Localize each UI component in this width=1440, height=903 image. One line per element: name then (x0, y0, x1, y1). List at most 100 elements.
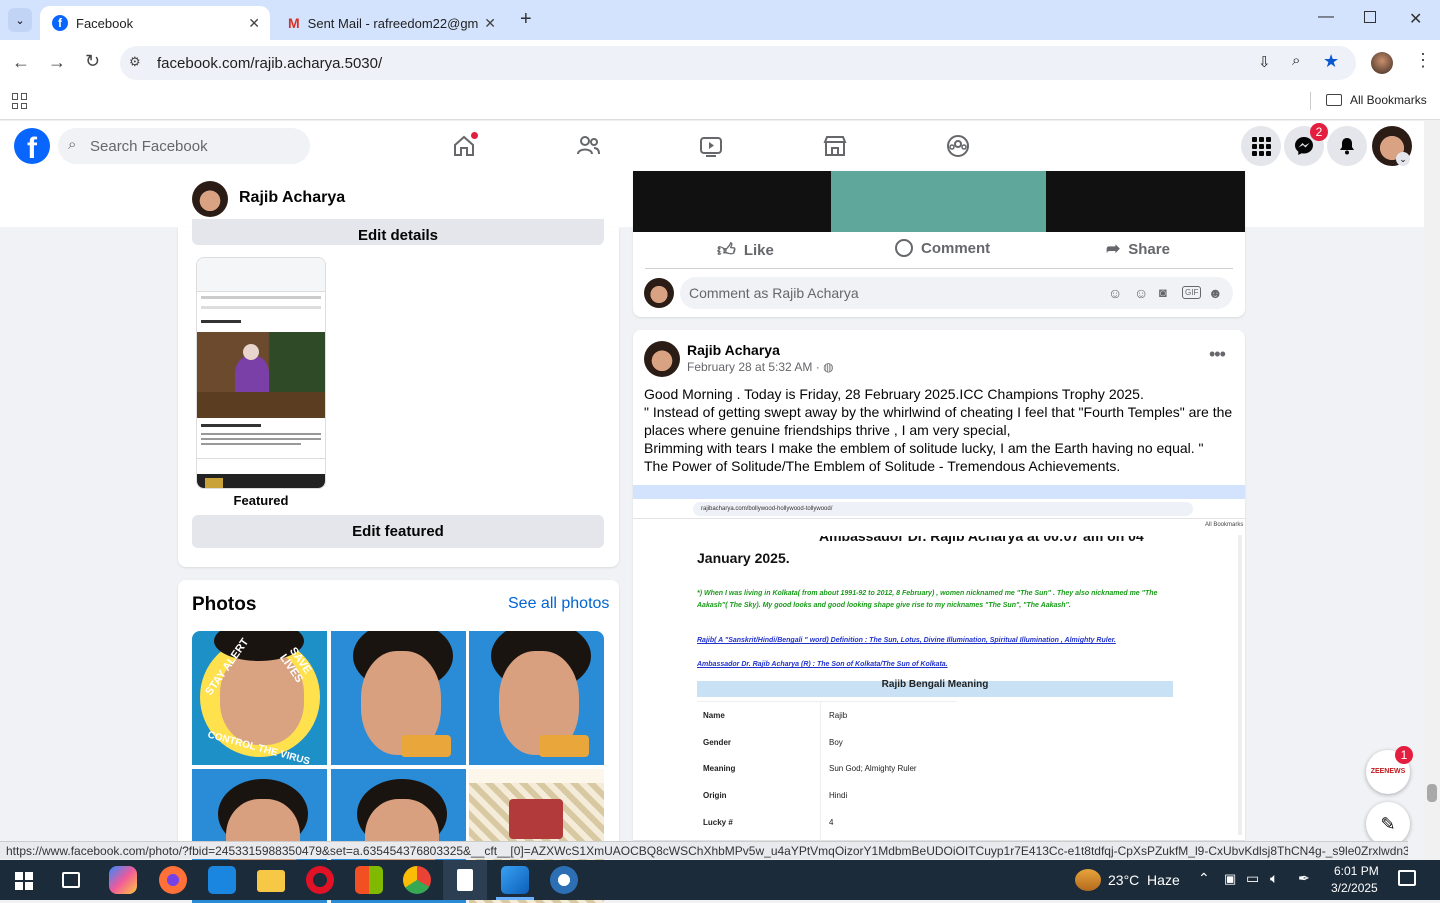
photos-app-icon[interactable] (501, 866, 529, 894)
chevron-down-icon[interactable]: ⌄ (1396, 152, 1410, 166)
network-icon[interactable]: ▭ (1246, 870, 1259, 887)
volume-icon[interactable]: 🔈︎ (1270, 870, 1278, 887)
like-button[interactable]: 👍︎ Like (717, 239, 774, 261)
post-author-avatar[interactable] (644, 341, 680, 377)
photo-thumbnail[interactable] (469, 631, 604, 765)
profile-name[interactable]: Rajib Acharya (239, 189, 345, 207)
folder-icon (1326, 94, 1342, 106)
page-scrollbar[interactable] (1424, 121, 1440, 860)
tab-search-button[interactable]: ⌄ (8, 8, 32, 32)
weather-text[interactable]: 23°C Haze (1108, 872, 1180, 888)
edit-featured-button[interactable]: Edit featured (192, 515, 604, 548)
post-card: Rajib Acharya February 28 at 5:32 AM · ◍… (633, 330, 1245, 840)
microsoft-store-icon[interactable] (355, 866, 383, 894)
post-image-bottom (633, 171, 1245, 232)
photo-thumbnail[interactable]: STAY ALERT SAVE LIVES CONTROL THE VIRUS (192, 631, 327, 765)
share-button[interactable]: ➦ Share (1106, 239, 1170, 259)
notepad-icon[interactable] (443, 860, 487, 900)
pen-icon[interactable]: ✒ (1298, 870, 1310, 887)
clock-time[interactable]: 6:01 PM (1334, 864, 1379, 878)
messenger-icon (1295, 137, 1313, 155)
notification-center-icon[interactable] (1398, 870, 1416, 886)
browser-toolbar: ← → ↻ ⚙ facebook.com/rajib.acharya.5030/… (0, 40, 1440, 86)
comment-icon (895, 239, 913, 257)
facebook-logo-icon[interactable]: f (14, 128, 50, 164)
close-tab-icon[interactable]: ✕ (484, 15, 496, 32)
photos-card: Photos See all photos STAY ALERT SAVE LI… (178, 580, 619, 903)
menu-icon[interactable]: ⋮ (1414, 50, 1432, 71)
featured-thumbnail[interactable] (196, 257, 326, 489)
apps-grid-icon[interactable] (12, 93, 28, 109)
new-tab-icon[interactable]: + (520, 8, 532, 31)
thumbs-up-icon: 👍︎ (717, 240, 736, 260)
browser-tab-bar: ⌄ f Facebook ✕ M Sent Mail - rafreedom22… (0, 0, 1440, 40)
back-icon[interactable]: ← (12, 52, 30, 73)
menu-grid-button[interactable] (1241, 126, 1281, 166)
minimize-icon[interactable]: — (1318, 8, 1334, 26)
bookmarks-bar: All Bookmarks (0, 86, 1440, 120)
file-explorer-icon[interactable] (257, 870, 285, 892)
photo-thumbnail[interactable] (331, 631, 466, 765)
comment-button[interactable]: Comment (895, 239, 990, 257)
featured-label: Featured (233, 493, 289, 508)
globe-icon: ◍ (823, 360, 834, 374)
gif-icon[interactable]: GIF (1182, 286, 1202, 299)
see-all-photos-link[interactable]: See all photos (508, 595, 609, 613)
tray-icon[interactable]: ▣ (1224, 871, 1236, 887)
gmail-favicon-icon: M (288, 15, 300, 31)
address-bar[interactable]: ⚙ facebook.com/rajib.acharya.5030/ ⇩ ⌕ ★ (120, 46, 1356, 80)
opera-icon[interactable] (306, 866, 334, 894)
windows-taskbar: 23°C Haze ⌃ ▣ ▭ 🔈︎ ✒ 6:01 PM 3/2/2025 (0, 860, 1440, 900)
post-date[interactable]: February 28 at 5:32 AM · ◍ (687, 360, 834, 374)
clock-date[interactable]: 3/2/2025 (1331, 881, 1378, 895)
tray-chevron-icon[interactable]: ⌃ (1198, 870, 1210, 887)
profile-avatar[interactable] (1371, 52, 1393, 74)
new-message-button[interactable]: ✎ (1366, 802, 1410, 846)
emoji-icon[interactable]: ☺ (1134, 277, 1148, 309)
bookmark-star-icon[interactable]: ★ (1323, 51, 1339, 72)
post-text: Good Morning . Today is Friday, 28 Febru… (644, 386, 1233, 474)
copilot-icon[interactable] (109, 866, 137, 894)
tab-title: Facebook (76, 15, 134, 31)
close-tab-icon[interactable]: ✕ (248, 15, 260, 32)
all-bookmarks[interactable]: All Bookmarks (1326, 93, 1427, 107)
profile-avatar-small[interactable] (192, 181, 228, 217)
site-info-icon[interactable]: ⚙ (129, 54, 141, 70)
install-icon[interactable]: ⇩ (1258, 53, 1271, 71)
zoom-icon[interactable]: ⌕ (1292, 52, 1300, 69)
chrome-icon[interactable] (403, 866, 431, 894)
sticker-icon[interactable]: ☻ (1208, 277, 1223, 309)
divider (645, 268, 1233, 269)
close-window-icon[interactable]: ✕ (1409, 9, 1422, 29)
post-image[interactable]: rajibacharya.com/bollywood-hollywood-tol… (633, 485, 1245, 840)
marketplace-icon[interactable] (822, 133, 848, 159)
task-view-icon[interactable] (62, 872, 80, 888)
forward-icon[interactable]: → (48, 52, 66, 73)
post-author[interactable]: Rajib Acharya (687, 342, 780, 358)
friends-icon[interactable] (575, 133, 601, 159)
maximize-icon[interactable] (1364, 11, 1376, 23)
bell-icon (1340, 138, 1354, 155)
avatar-sticker-icon[interactable]: ☺ (1108, 277, 1122, 309)
share-icon: ➦ (1106, 239, 1121, 258)
tab-gmail[interactable]: M Sent Mail - rafreedom22@gma ✕ (276, 6, 506, 40)
post-options-icon[interactable]: ••• (1209, 344, 1226, 365)
notifications-button[interactable] (1327, 126, 1367, 166)
app-icon[interactable] (208, 866, 236, 894)
url-text: facebook.com/rajib.acharya.5030/ (157, 54, 383, 72)
firefox-icon[interactable] (159, 866, 187, 894)
photos-title: Photos (192, 594, 257, 615)
previous-post-card: 👍︎ Like Comment ➦ Share Comment as Rajib A… (633, 171, 1245, 317)
groups-icon[interactable] (945, 133, 971, 159)
app-icon-2[interactable] (550, 866, 578, 894)
windows-start-icon[interactable] (15, 872, 33, 890)
search-input[interactable]: ⌕ Search Facebook (58, 128, 310, 164)
tab-facebook[interactable]: f Facebook ✕ (40, 6, 270, 40)
video-icon[interactable] (698, 133, 724, 159)
reload-icon[interactable]: ↻ (85, 51, 100, 72)
comment-input[interactable]: Comment as Rajib Acharya ☺ ☺ ◙ GIF ☻ (680, 277, 1233, 309)
camera-icon[interactable]: ◙ (1159, 277, 1167, 309)
edit-details-button[interactable]: Edit details (192, 219, 604, 245)
commenter-avatar (644, 278, 674, 308)
weather-icon[interactable] (1075, 869, 1101, 891)
